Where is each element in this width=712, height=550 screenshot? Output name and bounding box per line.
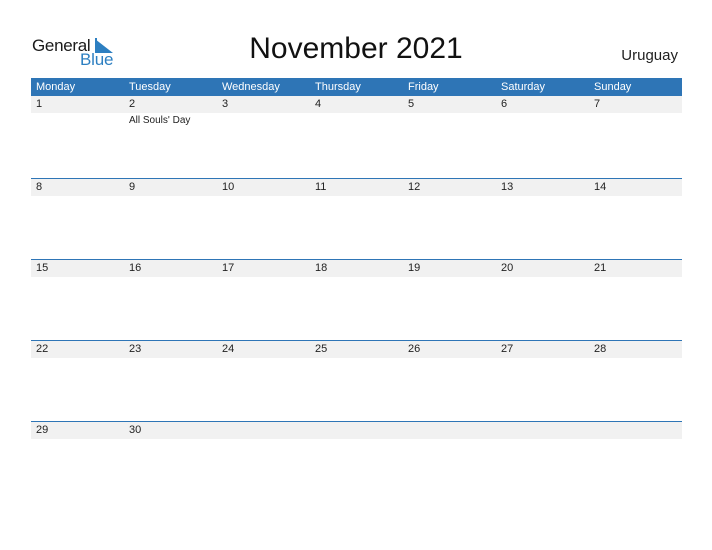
day-cell: 20 xyxy=(496,260,589,277)
day-number: 30 xyxy=(129,424,142,436)
day-cell: 8 xyxy=(31,179,124,196)
day-number: 19 xyxy=(408,262,421,274)
day-cell xyxy=(217,422,310,439)
day-cell xyxy=(589,422,682,439)
day-cell: 17 xyxy=(217,260,310,277)
day-number: 27 xyxy=(501,343,514,355)
day-cell: 21 xyxy=(589,260,682,277)
weekday-friday: Friday xyxy=(408,81,439,93)
day-cell: 25 xyxy=(310,341,403,358)
week-date-strip: 29 30 xyxy=(31,422,682,439)
day-cell: 28 xyxy=(589,341,682,358)
day-number: 18 xyxy=(315,262,328,274)
day-number: 9 xyxy=(129,181,136,193)
day-cell: 19 xyxy=(403,260,496,277)
day-cell: 16 xyxy=(124,260,217,277)
day-cell: 29 xyxy=(31,422,124,439)
week-date-strip: 15 16 17 18 19 20 21 xyxy=(31,260,682,277)
day-number: 24 xyxy=(222,343,235,355)
day-number: 12 xyxy=(408,181,421,193)
calendar-grid: Monday Tuesday Wednesday Thursday Friday Satu… xyxy=(31,78,682,502)
day-cell: 24 xyxy=(217,341,310,358)
week-date-strip: 8 9 10 11 12 13 14 xyxy=(31,179,682,196)
day-cell: 23 xyxy=(124,341,217,358)
day-cell: 26 xyxy=(403,341,496,358)
day-number: 29 xyxy=(36,424,49,436)
week-row: 1 2 All Souls' Day 3 4 5 6 7 xyxy=(31,96,682,178)
week-row: 22 23 24 25 26 27 28 xyxy=(31,340,682,421)
day-cell: 30 xyxy=(124,422,217,439)
day-number: 22 xyxy=(36,343,49,355)
week-date-strip: 22 23 24 25 26 27 28 xyxy=(31,341,682,358)
day-number: 15 xyxy=(36,262,49,274)
week-row: 15 16 17 18 19 20 21 xyxy=(31,259,682,340)
day-cell: 12 xyxy=(403,179,496,196)
day-cell: 14 xyxy=(589,179,682,196)
day-number: 7 xyxy=(594,98,601,110)
day-number: 21 xyxy=(594,262,607,274)
day-number: 1 xyxy=(36,98,43,110)
calendar-weeks: 1 2 All Souls' Day 3 4 5 6 7 8 9 10 11 12 13 14 15 16 17 1… xyxy=(31,96,682,502)
week-row: 8 9 10 11 12 13 14 xyxy=(31,178,682,259)
day-cell xyxy=(310,422,403,439)
day-number: 13 xyxy=(501,181,514,193)
weekday-sunday: Sunday xyxy=(594,81,632,93)
day-cell: 10 xyxy=(217,179,310,196)
week-date-strip: 1 2 All Souls' Day 3 4 5 6 7 xyxy=(31,96,682,126)
day-number: 5 xyxy=(408,98,415,110)
day-number: 25 xyxy=(315,343,328,355)
day-number: 26 xyxy=(408,343,421,355)
day-cell: 1 xyxy=(31,96,124,113)
day-number: 16 xyxy=(129,262,142,274)
day-number: 8 xyxy=(36,181,43,193)
day-number: 4 xyxy=(315,98,322,110)
day-number: 11 xyxy=(315,181,327,193)
day-number: 2 xyxy=(129,98,136,110)
day-cell: 6 xyxy=(496,96,589,113)
day-number: 14 xyxy=(594,181,607,193)
day-cell xyxy=(403,422,496,439)
weekday-saturday: Saturday xyxy=(501,81,546,93)
weekday-header: Monday Tuesday Wednesday Thursday Friday Satu… xyxy=(31,78,682,96)
day-number: 6 xyxy=(501,98,508,110)
day-number: 20 xyxy=(501,262,514,274)
day-cell: 7 xyxy=(589,96,682,113)
day-cell: 15 xyxy=(31,260,124,277)
day-number: 17 xyxy=(222,262,235,274)
country-label: Uruguay xyxy=(621,47,678,64)
holiday-label: All Souls' Day xyxy=(129,115,191,126)
day-cell: 5 xyxy=(403,96,496,113)
day-cell: 4 xyxy=(310,96,403,113)
day-cell: 22 xyxy=(31,341,124,358)
weekday-wednesday: Wednesday xyxy=(222,81,280,93)
day-number: 10 xyxy=(222,181,235,193)
day-number: 28 xyxy=(594,343,607,355)
day-cell: 2 All Souls' Day xyxy=(124,96,217,126)
page-title: November 2021 xyxy=(249,32,463,65)
day-number: 3 xyxy=(222,98,229,110)
day-cell xyxy=(496,422,589,439)
weekday-tuesday: Tuesday xyxy=(129,81,171,93)
day-cell: 3 xyxy=(217,96,310,113)
weekday-thursday: Thursday xyxy=(315,81,361,93)
day-cell: 9 xyxy=(124,179,217,196)
day-cell: 11 xyxy=(310,179,403,196)
day-cell: 18 xyxy=(310,260,403,277)
weekday-monday: Monday xyxy=(36,81,76,93)
day-cell: 27 xyxy=(496,341,589,358)
day-cell: 13 xyxy=(496,179,589,196)
day-number: 23 xyxy=(129,343,142,355)
week-row: 29 30 xyxy=(31,421,682,502)
